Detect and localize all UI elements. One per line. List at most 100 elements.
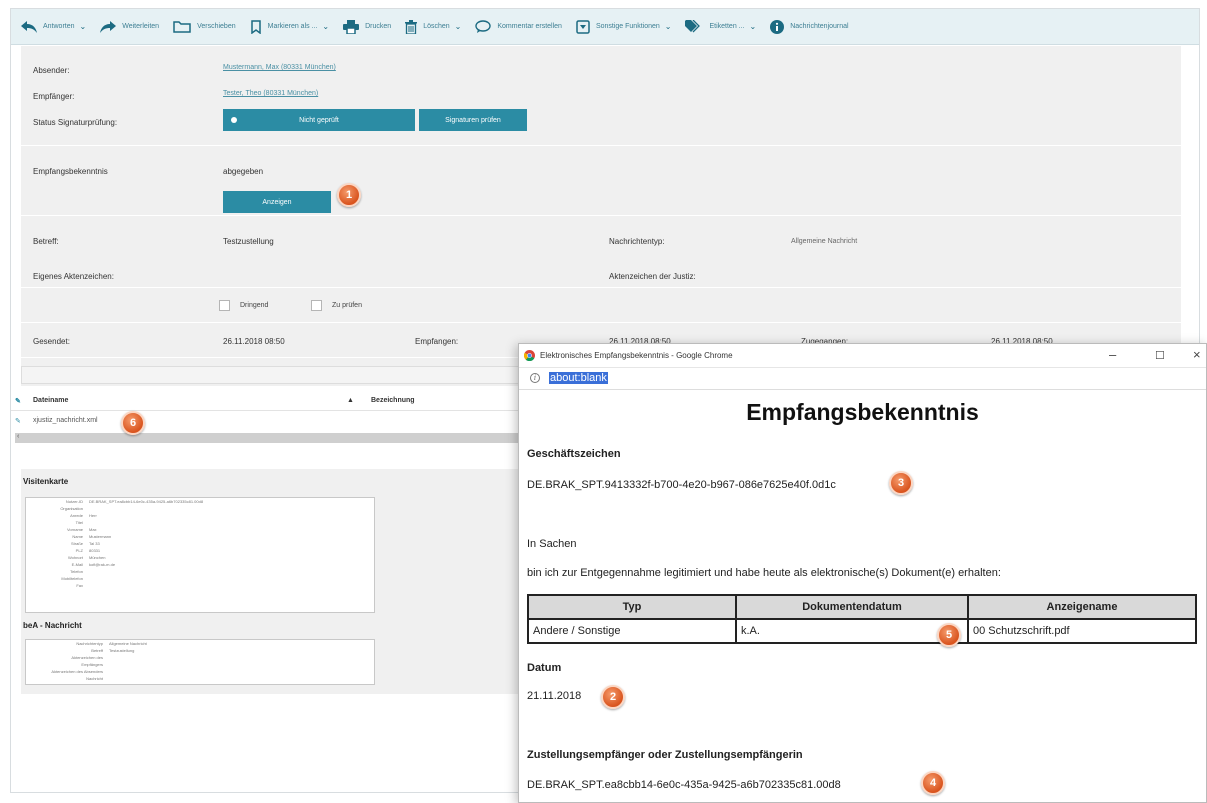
horizontal-scrollbar[interactable]: ‹ [15,433,531,443]
statement-text: bin ich zur Entgegennahme legitimiert un… [527,567,1001,579]
address-bar[interactable]: i about:blank [519,368,1206,390]
callout-badge-1: 1 [337,183,361,207]
urgent-checkbox[interactable]: Dringend [219,300,268,311]
receipt-section: Empfangsbekenntnis abgegeben Anzeigen [21,147,1181,216]
field-label: Mobiltelefon [61,576,83,581]
zustellung-label: Zustellungsempfänger oder Zustellungsemp… [527,749,803,761]
documents-table: Typ Dokumentendatum Anzeigename Andere /… [527,594,1197,644]
url-text[interactable]: about:blank [549,372,608,384]
sender-link[interactable]: Mustermann, Max (80331 München) [223,64,336,71]
field-value [86,505,206,512]
bookmark-icon [250,19,261,34]
info-icon [770,19,785,34]
field-label: Fax [76,583,83,588]
cell-anzeigename: 00 Schutzschrift.pdf [967,618,1197,644]
field-value [86,568,206,575]
col-dokumentendatum: Dokumentendatum [735,594,969,620]
field-value: 80331 [89,548,101,553]
table-row: Titel [26,519,206,526]
col-anzeigename: Anzeigename [967,594,1197,620]
chevron-down-icon[interactable]: ⌄ [750,22,757,31]
field-label: Nachrichtentyp [76,641,103,646]
mark-as-button[interactable]: Markieren als ... ⌄ [250,19,329,34]
field-label: Vorname [66,527,83,532]
table-row: Nachricht [46,675,150,682]
callout-badge-5: 5 [937,623,961,647]
close-icon[interactable]: × [1193,347,1201,362]
print-button[interactable]: Drucken [343,19,391,34]
delete-button[interactable]: Löschen ⌄ [405,19,462,34]
flags-section: Dringend Zu prüfen [21,289,1181,323]
other-functions-button[interactable]: Sonstige Funktionen ⌄ [576,19,672,34]
labels-button[interactable]: Etiketten ... ⌄ [685,20,756,33]
review-checkbox[interactable]: Zu prüfen [311,300,362,311]
maximize-icon[interactable]: ☐ [1155,349,1165,362]
chevron-down-icon[interactable]: ⌄ [322,22,329,31]
check-signatures-button[interactable]: Signaturen prüfen [419,109,527,131]
table-row: Telefon [26,568,206,575]
signature-status-label: Status Signaturprüfung: [33,118,118,127]
table-row: Aktenzeichen des Absenders [46,668,150,675]
description-column-header[interactable]: Bezeichnung [371,397,415,404]
callout-badge-3: 3 [889,471,913,495]
message-journal-button[interactable]: Nachrichtenjournal [770,19,849,34]
field-value [106,675,150,682]
chevron-down-icon[interactable]: ⌄ [80,22,87,31]
table-row: Vorname Max [26,526,206,533]
geschaeftszeichen-value: DE.BRAK_SPT.9413332f-b700-4e20-b967-086e… [527,479,836,491]
in-sachen-text: In Sachen [527,538,577,550]
cell-typ: Andere / Sonstige [527,618,737,644]
site-info-icon[interactable]: i [530,373,540,383]
comment-button[interactable]: Kommentar erstellen [475,20,562,33]
field-value [106,654,150,668]
subject-value: Testzustellung [223,237,274,246]
reply-button[interactable]: Antworten ⌄ [21,20,87,33]
business-card-title: Visitenkarte [23,477,69,486]
sender-label: Absender: [33,66,70,75]
table-row: E-Mail kofi@rak-m.de [26,561,206,568]
field-value: München [89,555,106,560]
recipient-link[interactable]: Tester, Theo (80331 München) [223,90,318,97]
file-filter-bar[interactable] [21,366,531,384]
callout-badge-4: 4 [921,771,945,795]
message-type-label: Nachrichtentyp: [609,237,665,246]
callout-badge-2: 2 [601,685,625,709]
sent-label: Gesendet: [33,337,70,346]
status-dot-icon [231,117,237,123]
move-button[interactable]: Verschieben [173,20,236,33]
col-typ: Typ [527,594,737,620]
message-type-value: Allgemeine Nachricht [791,238,858,245]
bea-message-table: Nachrichtentyp Allgemeine Nachricht Betref… [46,640,150,682]
sent-value: 26.11.2018 08:50 [223,337,285,346]
popup-titlebar: Elektronisches Empfangsbekenntnis - Goog… [519,344,1206,368]
field-label: Wohnort [67,555,83,560]
field-label: PLZ [75,548,83,553]
file-row[interactable]: ✎ xjustiz_nachricht.xml [11,413,531,431]
table-row: Aktenzeichen des Empfängers [46,654,150,668]
folder-icon [173,21,191,33]
chevron-down-icon[interactable]: ⌄ [665,22,672,31]
sort-up-icon[interactable]: ▲ [347,397,354,404]
filename-column-header[interactable]: Dateiname [33,397,68,404]
table-row: Name Mustermann [26,533,206,540]
field-label: Nutzer-ID [65,499,83,504]
show-receipt-button[interactable]: Anzeigen [223,191,331,213]
file-name[interactable]: xjustiz_nachricht.xml [33,417,98,424]
chevron-down-icon[interactable]: ⌄ [455,22,462,31]
received-label: Empfangen: [415,337,459,346]
table-row: Mobiltelefon [26,575,206,582]
business-card: Nutzer-ID DE.BRAK_SPT.ea8cbb14-6e0c-435a-… [25,497,375,613]
field-label: Anrede [70,513,83,518]
message-detail-panel: Absender: Mustermann, Max (80331 München… [21,46,1181,386]
scroll-left-icon[interactable]: ‹ [17,433,19,440]
signature-status-button[interactable]: Nicht geprüft [223,109,415,131]
message-toolbar: Antworten ⌄ Weiterleiten Verschieben Mark… [11,9,1199,45]
geschaeftszeichen-label: Geschäftszeichen [527,448,621,460]
minimize-icon[interactable]: – [1109,347,1116,362]
bea-message-title: beA - Nachricht [23,621,82,630]
table-row: Betreff Testzustellung [46,647,150,654]
field-value: Herr [89,513,97,518]
trash-icon [405,19,418,34]
table-row: Nutzer-ID DE.BRAK_SPT.ea8cbb14-6e0c-435a-… [26,498,206,505]
forward-button[interactable]: Weiterleiten [100,20,159,33]
